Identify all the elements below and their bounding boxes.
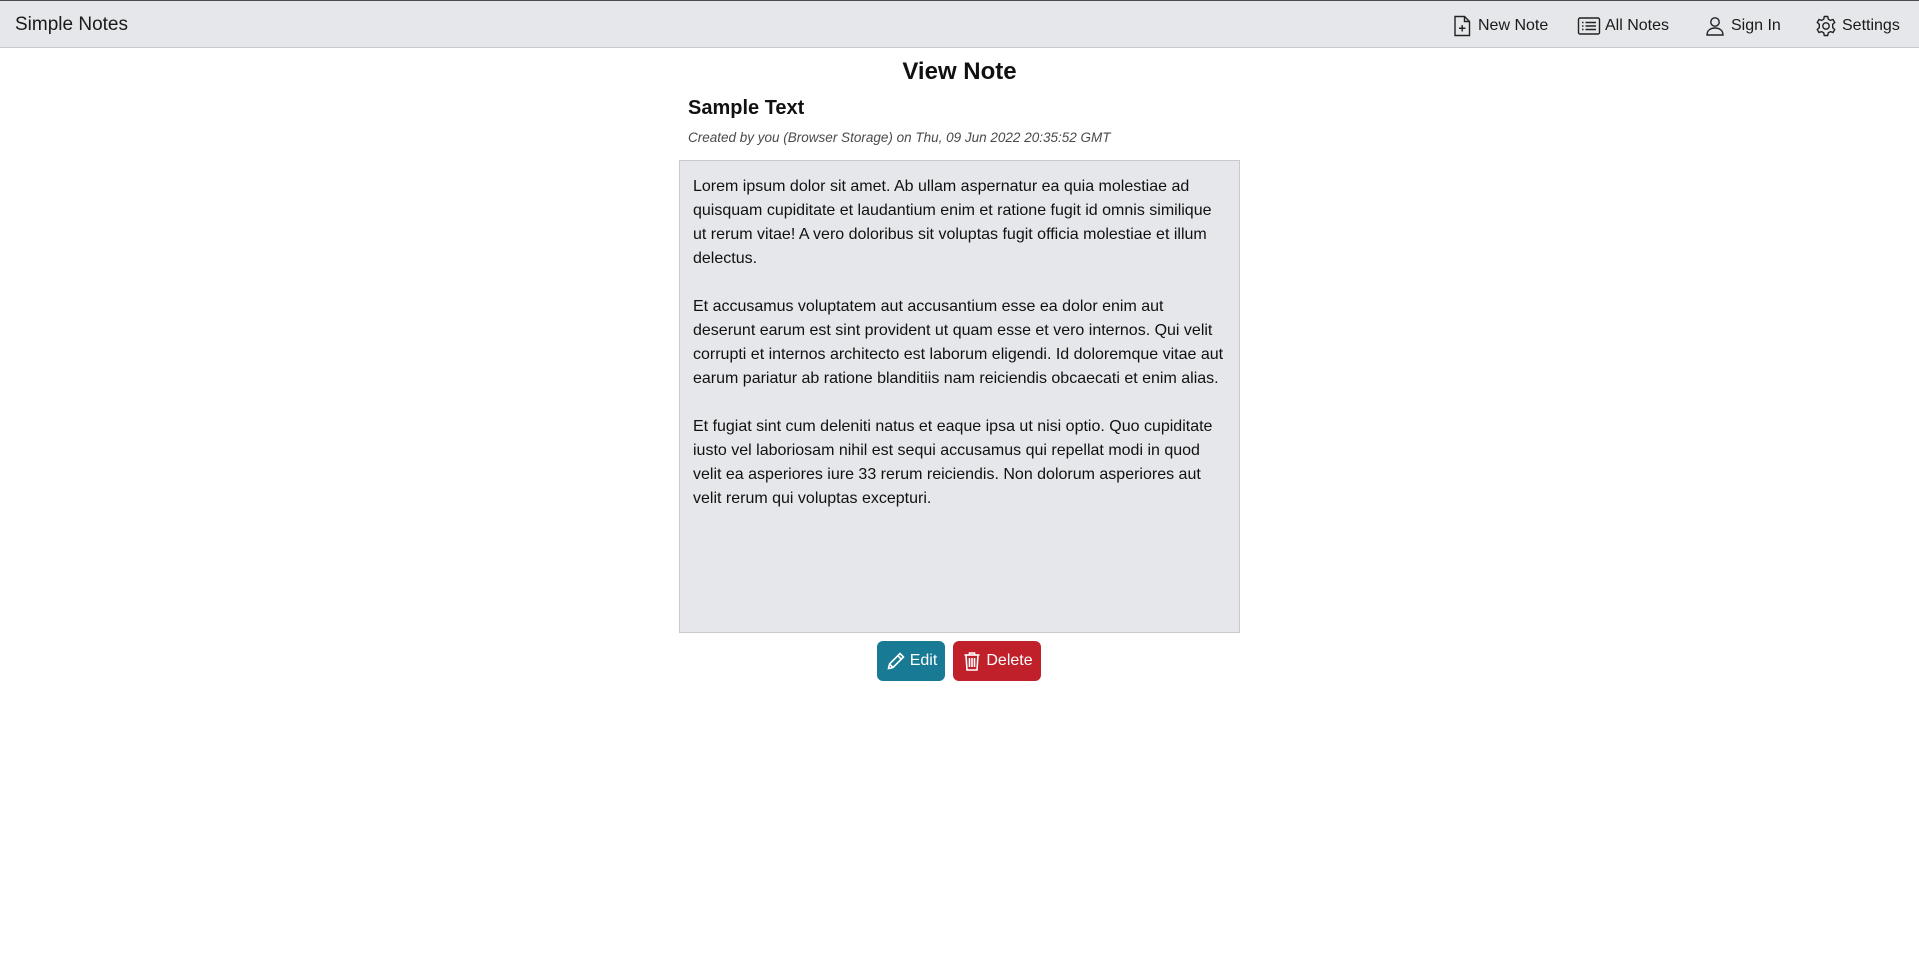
new-note-icon xyxy=(1449,13,1475,39)
user-icon xyxy=(1702,13,1728,39)
note-paragraph: Lorem ipsum dolor sit amet. Ab ullam asp… xyxy=(693,178,1212,267)
nav-new-note-label: New Note xyxy=(1478,17,1549,34)
pencil-icon xyxy=(885,650,907,672)
delete-button-label: Delete xyxy=(986,652,1033,669)
trash-icon xyxy=(961,650,983,672)
list-icon xyxy=(1576,13,1602,39)
note-title: Sample Text xyxy=(688,97,805,119)
note-paragraph: Et accusamus voluptatem aut accusantium … xyxy=(693,298,1224,387)
edit-button[interactable]: Edit xyxy=(877,641,945,681)
nav-all-notes[interactable]: All Notes xyxy=(1576,13,1669,39)
delete-button[interactable]: Delete xyxy=(953,641,1041,681)
note-meta: Created by you (Browser Storage) on Thu,… xyxy=(688,130,1111,145)
nav-new-note[interactable]: New Note xyxy=(1449,13,1548,39)
nav-settings-label: Settings xyxy=(1842,17,1900,34)
page-title: View Note xyxy=(902,58,1017,85)
edit-button-label: Edit xyxy=(909,652,938,669)
gear-icon xyxy=(1813,13,1839,39)
note-content: Lorem ipsum dolor sit amet. Ab ullam asp… xyxy=(679,160,1240,633)
nav-settings[interactable]: Settings xyxy=(1813,13,1900,39)
nav-all-notes-label: All Notes xyxy=(1605,17,1670,34)
nav-sign-in-label: Sign In xyxy=(1731,17,1781,34)
nav-sign-in[interactable]: Sign In xyxy=(1702,13,1781,39)
note-paragraph: Et fugiat sint cum deleniti natus et eaq… xyxy=(693,418,1213,507)
brand-link[interactable]: Simple Notes xyxy=(15,14,128,36)
top-navbar: Simple Notes New Note All Notes Sign In … xyxy=(0,0,1919,48)
